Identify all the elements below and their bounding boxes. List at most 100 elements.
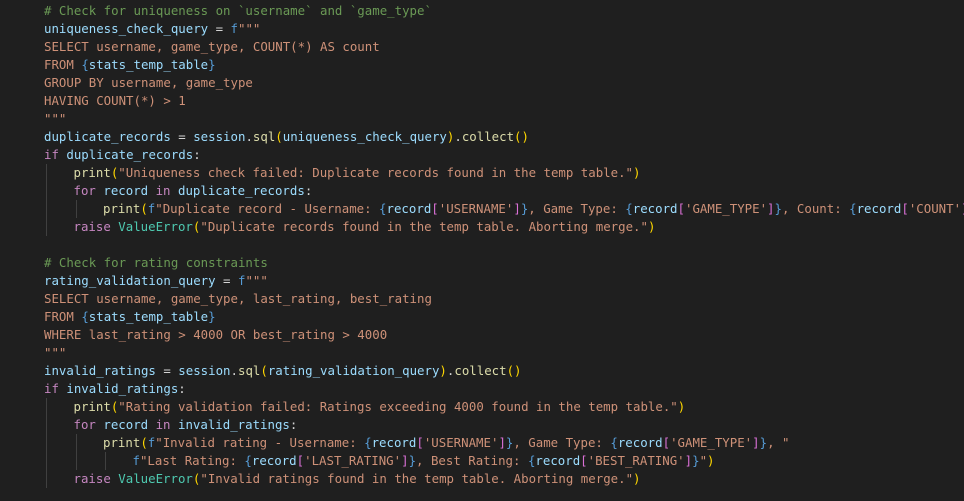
indent-guide: [46, 218, 47, 236]
code-token-var: record: [856, 201, 902, 216]
code-token-str: "Invalid rating - Username:: [155, 435, 365, 450]
code-token-var: uniqueness_check_query: [282, 129, 447, 144]
code-token-str: "Invalid ratings found in the temp table…: [200, 471, 634, 486]
code-token-fn: sql: [237, 363, 261, 378]
code-token-brace: }: [759, 435, 768, 450]
code-token-br2: [: [901, 201, 909, 216]
code-editor[interactable]: # Check for uniqueness on `username` and…: [0, 0, 964, 501]
code-token-str: GROUP BY username, game_type: [44, 75, 253, 90]
code-token-brace: {: [364, 435, 372, 450]
code-line[interactable]: """: [0, 344, 964, 362]
code-line[interactable]: FROM {stats_temp_table}: [0, 308, 964, 326]
code-line[interactable]: SELECT username, game_type, COUNT(*) AS …: [0, 38, 964, 56]
code-token-brace: }: [408, 453, 417, 468]
code-token-comment: # Check for uniqueness on `username` and…: [44, 3, 432, 18]
code-token-br2: [: [416, 435, 424, 450]
code-token-str: "Duplicate record - Username:: [155, 201, 380, 216]
code-token-brace: {: [849, 201, 857, 216]
code-token-str: """: [245, 273, 268, 288]
code-token-kw: if: [44, 381, 59, 396]
code-token-kw: if: [44, 147, 59, 162]
code-line[interactable]: GROUP BY username, game_type: [0, 74, 964, 92]
code-token-op: =: [215, 273, 238, 288]
code-token-kw: raise: [73, 471, 111, 486]
code-token-br1: (): [506, 363, 522, 378]
code-token-var: stats_temp_table: [88, 57, 209, 72]
code-line[interactable]: print(f"Invalid rating - Username: {reco…: [0, 434, 964, 452]
code-token-str: 'USERNAME': [423, 435, 499, 450]
code-token-str: , Game Type:: [513, 435, 611, 450]
code-token-kw: in: [155, 183, 171, 198]
code-line[interactable]: for record in invalid_ratings:: [0, 416, 964, 434]
code-token-br2: ]: [767, 201, 775, 216]
code-line[interactable]: """: [0, 110, 964, 128]
code-token-str: 'GAME_TYPE': [684, 201, 768, 216]
code-token-str: , ": [767, 435, 790, 450]
code-token-str: , Best Rating:: [416, 453, 528, 468]
code-token-str: """: [44, 111, 67, 126]
code-token-var: duplicate_records: [44, 129, 171, 144]
code-line[interactable]: uniqueness_check_query = f""": [0, 20, 964, 38]
code-token-op: [148, 183, 155, 198]
code-token-br2: [: [296, 453, 305, 468]
code-token-str: 'COUNT': [908, 201, 962, 216]
code-lines[interactable]: # Check for uniqueness on `username` and…: [0, 2, 964, 488]
code-line[interactable]: rating_validation_query = f""": [0, 272, 964, 290]
code-token-fn: print: [73, 165, 111, 180]
code-line[interactable]: [0, 236, 964, 254]
code-line[interactable]: invalid_ratings = session.sql(rating_val…: [0, 362, 964, 380]
code-token-str: ": [699, 453, 708, 468]
code-token-str: 'USERNAME': [438, 201, 514, 216]
code-token-kw: for: [73, 417, 96, 432]
code-token-br1: (): [514, 129, 529, 144]
code-token-var: record: [103, 417, 149, 432]
indent-guide: [46, 416, 47, 434]
code-token-op: [171, 183, 178, 198]
indent-guide: [46, 452, 47, 470]
code-token-brace: }: [208, 309, 216, 324]
code-line[interactable]: print("Rating validation failed: Ratings…: [0, 398, 964, 416]
code-token-op: =: [155, 363, 179, 378]
code-line[interactable]: print("Uniqueness check failed: Duplicat…: [0, 164, 964, 182]
code-line[interactable]: for record in duplicate_records:: [0, 182, 964, 200]
code-line[interactable]: if invalid_ratings:: [0, 380, 964, 398]
code-token-br2: ]: [684, 453, 693, 468]
code-line[interactable]: raise ValueError("Duplicate records foun…: [0, 218, 964, 236]
code-token-br2: [: [580, 453, 588, 468]
code-line[interactable]: HAVING COUNT(*) > 1: [0, 92, 964, 110]
code-token-br1: ): [633, 165, 641, 180]
code-line[interactable]: f"Last Rating: {record['LAST_RATING']}, …: [0, 452, 964, 470]
code-line[interactable]: # Check for uniqueness on `username` and…: [0, 2, 964, 20]
code-line[interactable]: duplicate_records = session.sql(uniquene…: [0, 128, 964, 146]
code-token-br2: [: [431, 201, 439, 216]
code-token-str: , Count:: [781, 201, 850, 216]
code-line[interactable]: raise ValueError("Invalid ratings found …: [0, 470, 964, 488]
code-token-var: session: [193, 129, 246, 144]
code-token-fn: collect: [454, 363, 507, 378]
code-token-var: rating_validation_query: [44, 273, 216, 288]
indent-guide: [46, 434, 47, 452]
code-token-var: record: [535, 453, 581, 468]
indent-guide: [46, 470, 47, 488]
code-token-br1: (: [140, 201, 148, 216]
code-token-var: record: [103, 183, 149, 198]
code-token-brace: {: [625, 201, 633, 216]
code-token-str: HAVING COUNT(*) > 1: [44, 93, 186, 108]
code-token-fn: collect: [461, 129, 515, 144]
code-token-op: =: [208, 21, 231, 36]
code-token-kw: for: [73, 183, 96, 198]
code-token-var: session: [178, 363, 231, 378]
code-line[interactable]: if duplicate_records:: [0, 146, 964, 164]
code-token-var: invalid_ratings: [66, 381, 179, 396]
code-token-var: invalid_ratings: [44, 363, 156, 378]
code-line[interactable]: SELECT username, game_type, last_rating,…: [0, 290, 964, 308]
code-line[interactable]: FROM {stats_temp_table}: [0, 56, 964, 74]
code-token-brace: f: [132, 453, 140, 468]
code-token-fn: sql: [252, 129, 276, 144]
code-line[interactable]: # Check for rating constraints: [0, 254, 964, 272]
code-line[interactable]: WHERE last_rating > 4000 OR best_rating …: [0, 326, 964, 344]
code-token-fn: print: [103, 435, 141, 450]
code-line[interactable]: print(f"Duplicate record - Username: {re…: [0, 200, 964, 218]
code-token-br1: ): [633, 471, 641, 486]
code-token-brace: }: [692, 453, 700, 468]
